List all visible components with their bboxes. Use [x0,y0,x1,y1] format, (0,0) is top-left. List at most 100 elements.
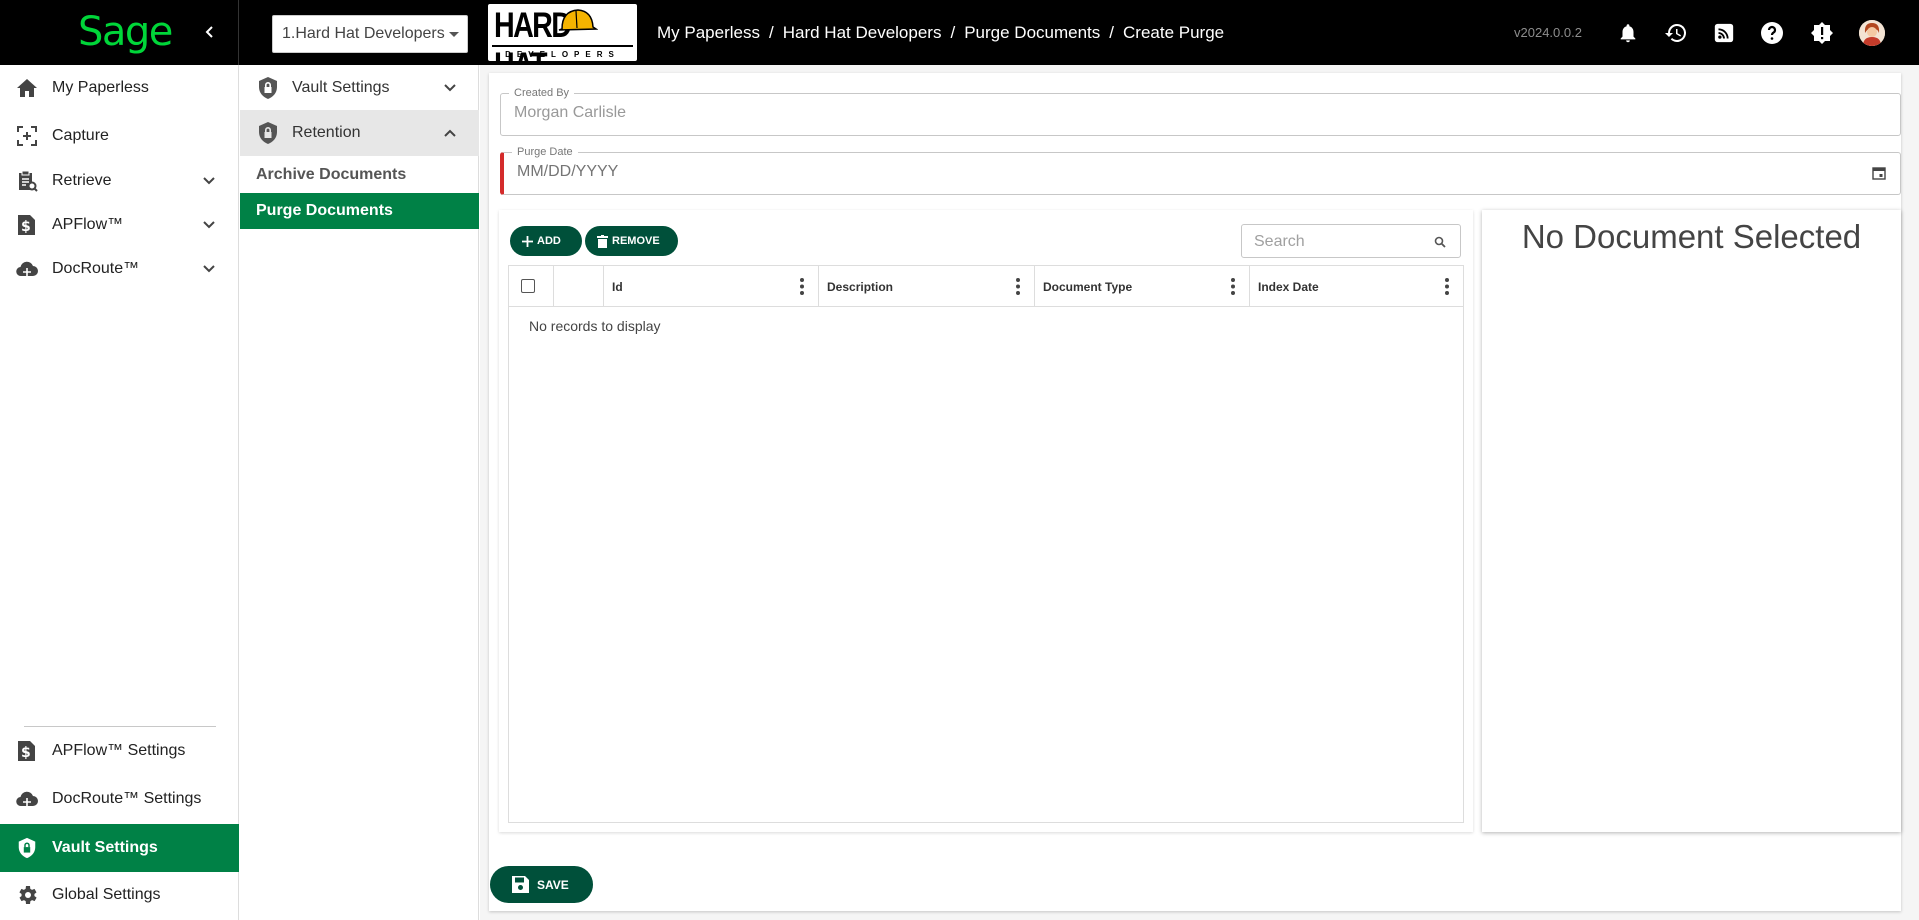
sidebar-item-docroute[interactable]: DocRoute™ [0,247,239,291]
subnav-link-archive-documents[interactable]: Archive Documents [240,157,479,193]
top-bar: Sage 1.Hard Hat Developers HARD HAT DEVE… [0,0,1919,65]
column-menu-icon[interactable] [1016,278,1020,295]
subnav-section-label: Retention [292,124,361,141]
column-menu-icon[interactable] [800,278,804,295]
home-icon [15,76,39,100]
sage-logo: Sage [78,9,173,55]
alert-icon [1811,22,1833,44]
breadcrumb-company[interactable]: Hard Hat Developers [783,23,942,43]
version-label: v2024.0.0.2 [1514,25,1582,40]
subnav-section-retention[interactable]: Retention [240,110,479,156]
created-by-field: Created By [500,86,1901,136]
chevron-left-icon [205,26,213,38]
help-button[interactable] [1759,20,1785,46]
sidebar-item-capture[interactable]: Capture [0,114,239,158]
company-select-value: 1.Hard Hat Developers [282,25,445,42]
breadcrumb-current: Create Purge [1123,23,1225,42]
search-icon[interactable] [1434,236,1446,248]
documents-table: Id Description Document Type Index Date … [508,265,1464,823]
sidebar-item-docroute-settings[interactable]: DocRoute™ Settings [0,777,239,821]
search-input[interactable] [1254,233,1424,251]
column-header-label: Index Date [1258,279,1319,294]
column-header-id[interactable]: Id [604,266,819,307]
remove-label: REMOVE [612,235,660,247]
save-label: SAVE [537,877,569,892]
alerts-button[interactable] [1809,20,1835,46]
created-by-label: Created By [509,86,575,100]
retrieve-icon [15,169,39,193]
sidebar-item-global-settings[interactable]: Global Settings [0,873,239,917]
empty-table-message: No records to display [529,318,661,334]
main-sidebar: My Paperless Capture Retrieve $ APFlow™ … [0,65,239,920]
column-header-label: Document Type [1043,279,1133,294]
preview-title: No Document Selected [1521,218,1862,255]
calendar-icon[interactable] [1872,166,1886,180]
sidebar-item-label: My Paperless [52,79,149,96]
shield-icon [15,836,39,860]
column-header-index-date[interactable]: Index Date [1250,266,1463,307]
sidebar-item-label: APFlow™ Settings [52,742,186,759]
company-select[interactable]: 1.Hard Hat Developers [272,15,468,53]
subnav-section-vault-settings[interactable]: Vault Settings [240,65,479,111]
collapse-sidebar-button[interactable] [197,19,223,45]
sidebar-item-retrieve[interactable]: Retrieve [0,159,239,203]
column-menu-icon[interactable] [1445,278,1449,295]
trash-icon [597,234,608,248]
capture-icon [15,124,39,148]
column-header-description[interactable]: Description [819,266,1035,307]
table-header: Id Description Document Type Index Date [509,266,1463,307]
sidebar-item-label: DocRoute™ [52,260,140,277]
purge-date-field[interactable]: Purge Date [500,145,1901,195]
column-menu-icon[interactable] [1231,278,1235,295]
breadcrumb: My Paperless / Hard Hat Developers / Pur… [657,23,1224,43]
breadcrumb-separator: / [950,23,956,42]
shield-lock-icon [259,122,277,144]
document-preview-panel: No Document Selected [1482,210,1901,832]
add-button[interactable]: ADD [510,226,582,256]
purge-date-input[interactable] [517,163,1774,181]
add-label: ADD [537,235,561,247]
created-by-input [514,104,1774,122]
sidebar-item-label: APFlow™ [52,216,124,233]
documents-grid-panel: ADD REMOVE Id Description Document Type [499,210,1473,832]
rss-icon [1714,23,1734,43]
gear-icon [15,883,39,907]
brand-area: Sage [0,0,239,65]
column-header-document-type[interactable]: Document Type [1035,266,1250,307]
sidebar-item-vault-settings[interactable]: Vault Settings [0,824,239,872]
logo-rule [492,45,633,47]
grid-search-box[interactable] [1241,224,1461,258]
company-logo-subtext: DEVELOPERS [505,50,620,59]
company-logo: HARD HAT DEVELOPERS [488,4,637,61]
hard-hat-icon [558,9,598,31]
cloud-icon [15,257,39,281]
breadcrumb-separator: / [768,23,774,42]
expand-header [554,266,604,307]
rss-button[interactable] [1711,20,1737,46]
sidebar-item-my-paperless[interactable]: My Paperless [0,66,239,110]
floppy-disk-icon [512,876,529,893]
history-button[interactable] [1663,20,1689,46]
subnav-section-label: Vault Settings [292,79,390,96]
bell-icon [1620,24,1636,43]
breadcrumb-my-paperless[interactable]: My Paperless [657,23,760,43]
column-header-label: Id [612,279,623,294]
breadcrumb-separator: / [1109,23,1115,42]
breadcrumb-purge-documents[interactable]: Purge Documents [964,23,1100,43]
dollar-doc-icon: $ [15,213,39,237]
sidebar-item-label: Capture [52,127,109,144]
notifications-button[interactable] [1615,20,1641,46]
user-avatar-icon [1859,20,1885,46]
sidebar-item-label: Vault Settings [52,839,158,856]
svg-text:$: $ [21,219,31,235]
sidebar-item-apflow[interactable]: $ APFlow™ [0,203,239,247]
select-all-header [509,266,554,307]
subnav-link-purge-documents[interactable]: Purge Documents [240,193,479,229]
select-all-checkbox[interactable] [521,279,535,293]
sidebar-item-apflow-settings[interactable]: $ APFlow™ Settings [0,729,239,773]
plus-icon [522,235,533,247]
remove-button[interactable]: REMOVE [585,226,678,256]
column-header-label: Description [827,279,894,294]
avatar[interactable] [1859,20,1885,46]
save-button[interactable]: SAVE [490,866,593,903]
